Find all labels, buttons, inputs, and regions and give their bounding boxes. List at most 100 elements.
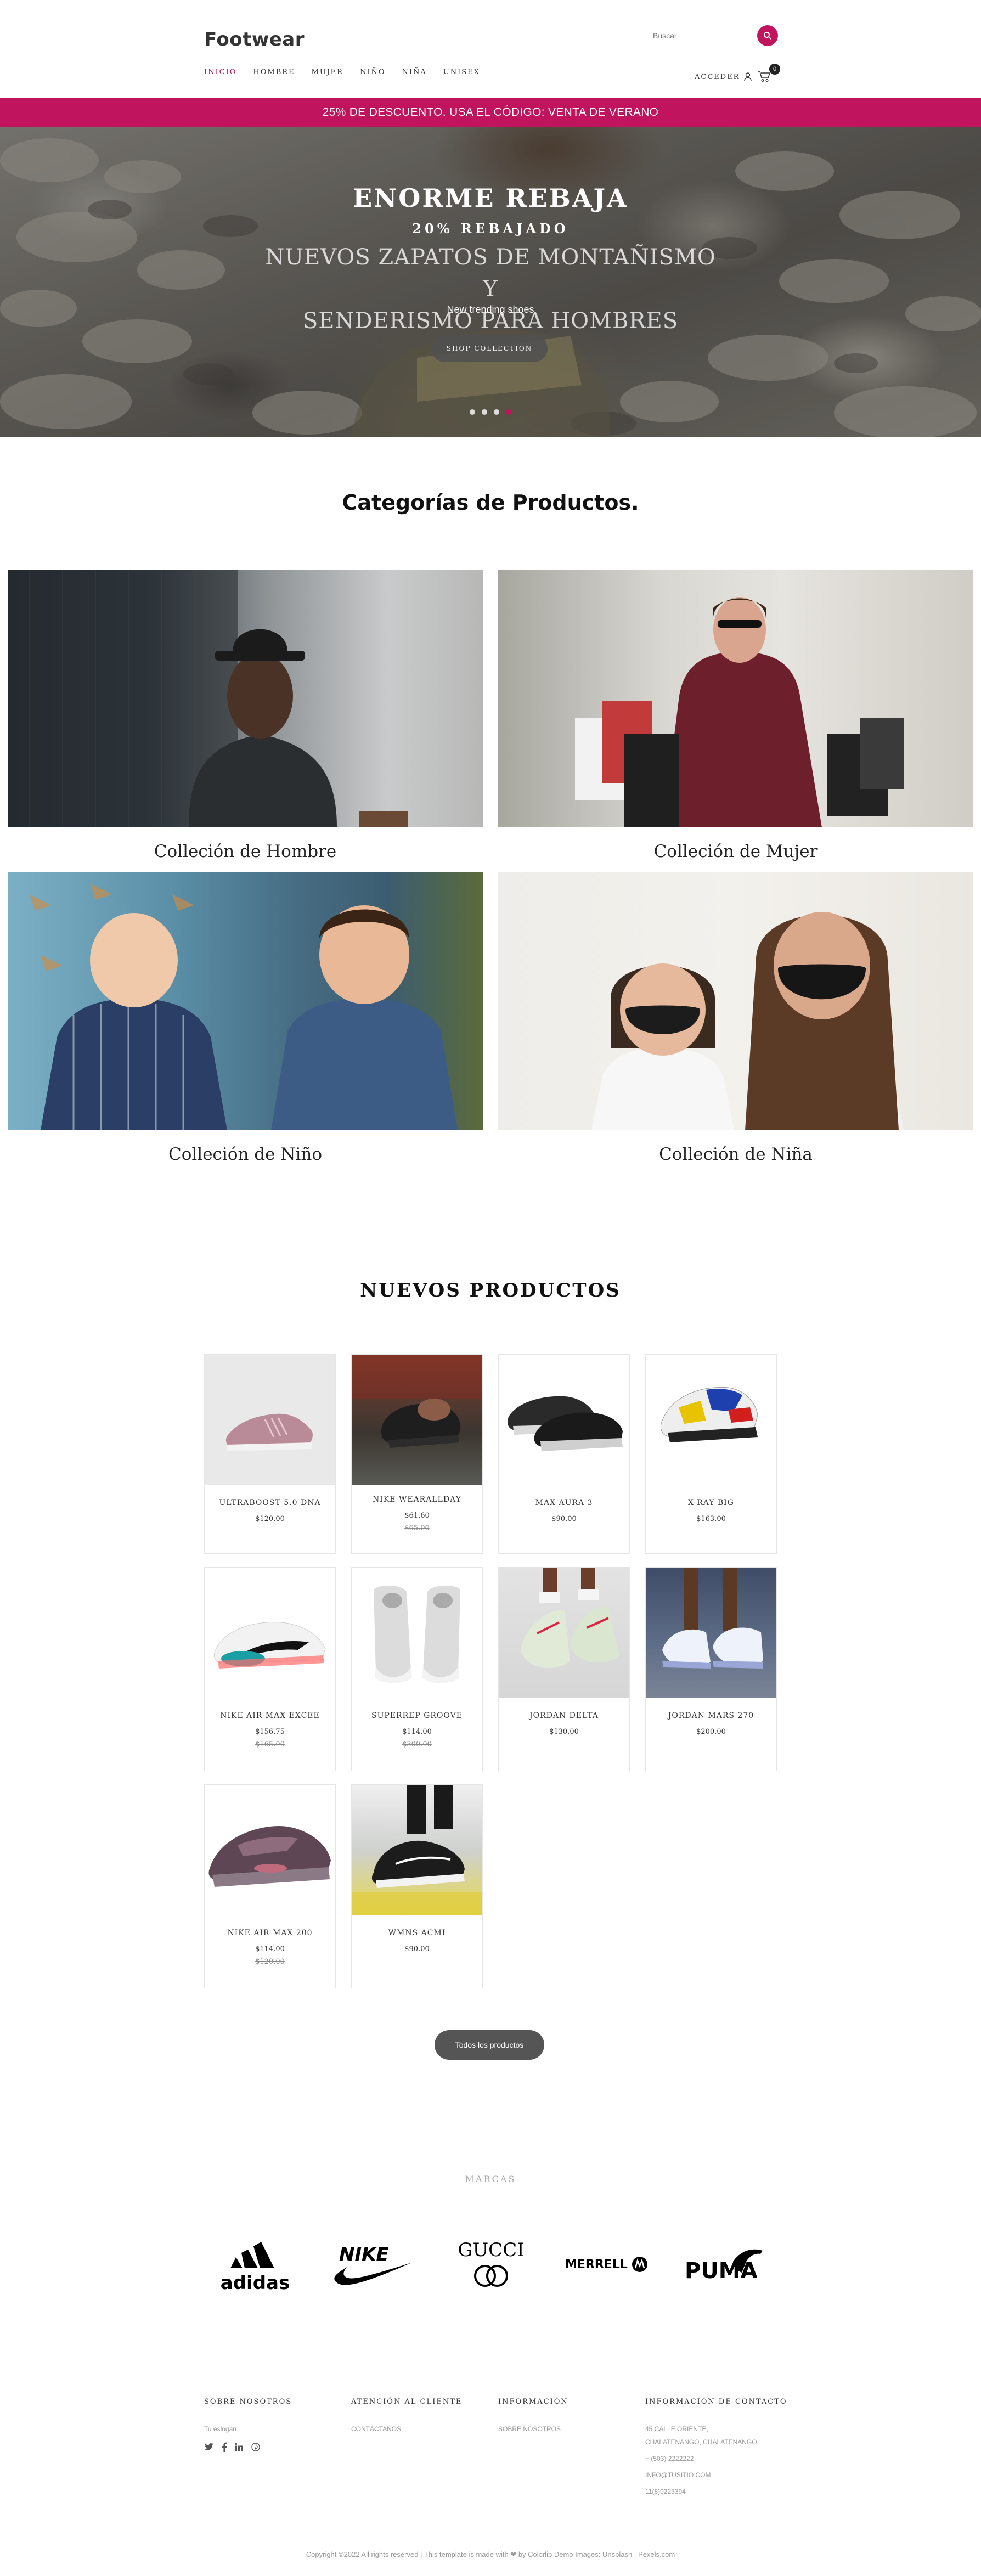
product-card[interactable]: JORDAN MARS 270 $200.00: [645, 1567, 777, 1771]
brand-logo-merrell[interactable]: MERRELL: [562, 2234, 650, 2295]
product-card[interactable]: NIKE AIR MAX 200 $114.00 $120.00: [204, 1784, 336, 1988]
hero-heading: NUEVOS ZAPATOS DE MONTAÑISMO Y SENDERISM…: [260, 241, 721, 337]
product-image[interactable]: [499, 1568, 629, 1698]
category-label-nina[interactable]: Colleción de Niña: [498, 1145, 973, 1164]
footer-link-contact[interactable]: CONTÁCTANOS: [351, 2422, 483, 2436]
category-card-mujer[interactable]: Colleción de Mujer: [498, 570, 973, 861]
product-old-price: $300.00: [402, 1740, 432, 1749]
pinterest-icon[interactable]: [251, 2443, 260, 2451]
product-price: $120.00: [255, 1515, 285, 1523]
nav-item-mujer[interactable]: MUJER: [312, 68, 343, 76]
site-logo[interactable]: Footwear: [204, 29, 305, 50]
main-nav: INICIO HOMBRE MUJER NIÑO NIÑA UNISEX: [204, 68, 480, 76]
product-name[interactable]: WMNS ACMI: [352, 1929, 482, 1937]
product-image[interactable]: [352, 1785, 482, 1915]
search-form: [647, 25, 778, 46]
product-price: $114.00: [402, 1728, 432, 1736]
footer-heading: INFORMACIÓN: [498, 2398, 568, 2406]
account-link[interactable]: ACCEDER: [695, 72, 752, 81]
contact-phone[interactable]: + (503) 2222222: [645, 2452, 799, 2465]
search-input[interactable]: [647, 25, 755, 46]
product-card[interactable]: NIKE WEARALLDAY $61.60 $65.00: [351, 1354, 483, 1554]
slider-dot-active[interactable]: [506, 409, 511, 415]
footer-link-about[interactable]: SOBRE NOSOTROS: [498, 2422, 630, 2436]
product-card[interactable]: X-RAY BIG $163.00: [645, 1354, 777, 1554]
category-label-nino[interactable]: Colleción de Niño: [8, 1145, 483, 1164]
nav-item-nina[interactable]: NIÑA: [402, 68, 427, 76]
footer-heading: SOBRE NOSOTROS: [204, 2398, 292, 2406]
category-card-nina[interactable]: Colleción de Niña: [498, 872, 973, 1164]
category-image-nino[interactable]: [8, 872, 483, 1130]
brand-logo-gucci[interactable]: GUCCI: [450, 2234, 532, 2295]
product-image[interactable]: [205, 1785, 335, 1915]
product-price: $200.00: [696, 1728, 726, 1736]
product-name[interactable]: MAX AURA 3: [499, 1498, 629, 1507]
product-name[interactable]: ULTRABOOST 5.0 DNA: [205, 1498, 335, 1507]
search-icon: [764, 32, 771, 40]
search-button[interactable]: [757, 25, 778, 46]
product-image[interactable]: [352, 1568, 482, 1698]
account-label: ACCEDER: [695, 72, 740, 81]
category-label-hombre[interactable]: Colleción de Hombre: [8, 842, 483, 861]
product-card[interactable]: ULTRABOOST 5.0 DNA $120.00: [204, 1354, 336, 1554]
hero-tagline: New trending shoes: [447, 304, 534, 315]
cart-count-badge: 0: [769, 64, 780, 75]
product-price: $90.00: [404, 1945, 430, 1953]
category-label-mujer[interactable]: Colleción de Mujer: [498, 842, 973, 861]
category-image-hombre[interactable]: [8, 570, 483, 827]
product-name[interactable]: JORDAN MARS 270: [646, 1711, 776, 1720]
nav-item-nino[interactable]: NIÑO: [360, 68, 386, 76]
product-name[interactable]: SUPERREP GROOVE: [352, 1711, 482, 1720]
facebook-icon[interactable]: [222, 2442, 227, 2452]
product-card[interactable]: JORDAN DELTA $130.00: [498, 1567, 630, 1771]
product-image[interactable]: [205, 1355, 335, 1485]
categories-title: Categorías de Productos.: [342, 491, 639, 515]
contact-address-line2: CHALATENANGO, CHALATENANGO: [645, 2438, 757, 2446]
social-links: [204, 2442, 336, 2452]
shop-collection-button[interactable]: SHOP COLLECTION: [431, 335, 548, 362]
category-image-mujer[interactable]: [498, 570, 973, 827]
category-image-nina[interactable]: [498, 872, 973, 1130]
cart-icon: [758, 71, 771, 82]
footer-about: SOBRE NOSOTROS Tu eslogan: [204, 2398, 336, 2452]
nav-item-unisex[interactable]: UNISEX: [443, 68, 480, 76]
slider-dot[interactable]: [470, 409, 475, 415]
product-name[interactable]: X-RAY BIG: [646, 1498, 776, 1507]
product-name[interactable]: NIKE AIR MAX 200: [205, 1929, 335, 1937]
hero-slider: ENORME REBAJA 20% REBAJADO NUEVOS ZAPATO…: [0, 127, 981, 437]
hero-title: ENORME REBAJA: [353, 183, 628, 213]
product-card[interactable]: MAX AURA 3 $90.00: [498, 1354, 630, 1554]
copyright-text: Copyright ©2022 All rights reserved | Th…: [306, 2550, 675, 2558]
category-card-nino[interactable]: Colleción de Niño: [8, 872, 483, 1164]
brand-name-adidas: adidas: [221, 2272, 290, 2294]
contact-email[interactable]: INFO@TUSITIO.COM: [645, 2468, 799, 2482]
product-image[interactable]: [205, 1568, 335, 1698]
product-card[interactable]: WMNS ACMI $90.00: [351, 1784, 483, 1988]
slider-dot[interactable]: [494, 409, 499, 415]
site-header: Footwear INICIO HOMBRE MUJER NIÑO NIÑA U…: [0, 0, 981, 98]
twitter-icon[interactable]: [204, 2443, 214, 2451]
product-name[interactable]: NIKE WEARALLDAY: [352, 1495, 482, 1504]
new-products-title: NUEVOS PRODUCTOS: [360, 1279, 621, 1301]
brand-logo-puma[interactable]: PUMA: [680, 2234, 768, 2295]
nav-item-inicio[interactable]: INICIO: [204, 68, 236, 76]
linkedin-icon[interactable]: [235, 2443, 244, 2451]
product-card[interactable]: NIKE AIR MAX EXCEE $156.75 $165.00: [204, 1567, 336, 1771]
product-image[interactable]: [646, 1355, 776, 1485]
nav-item-hombre[interactable]: HOMBRE: [253, 68, 295, 76]
product-name[interactable]: NIKE AIR MAX EXCEE: [205, 1711, 335, 1720]
product-price: $61.60: [404, 1512, 430, 1520]
footer-heading: INFORMACIÓN DE CONTACTO: [645, 2398, 787, 2406]
product-image[interactable]: [646, 1568, 776, 1698]
product-image[interactable]: [499, 1355, 629, 1485]
brand-name-gucci: GUCCI: [458, 2239, 524, 2261]
product-name[interactable]: JORDAN DELTA: [499, 1711, 629, 1720]
brand-logo-nike[interactable]: NIKE: [329, 2234, 417, 2295]
brand-logo-adidas[interactable]: adidas: [214, 2234, 296, 2295]
slider-dot[interactable]: [482, 409, 487, 415]
all-products-button[interactable]: Todos los productos: [435, 2030, 544, 2060]
slider-dots: [470, 409, 511, 415]
product-card[interactable]: SUPERREP GROOVE $114.00 $300.00: [351, 1567, 483, 1771]
product-image[interactable]: [352, 1355, 482, 1485]
category-card-hombre[interactable]: Colleción de Hombre: [8, 570, 483, 861]
